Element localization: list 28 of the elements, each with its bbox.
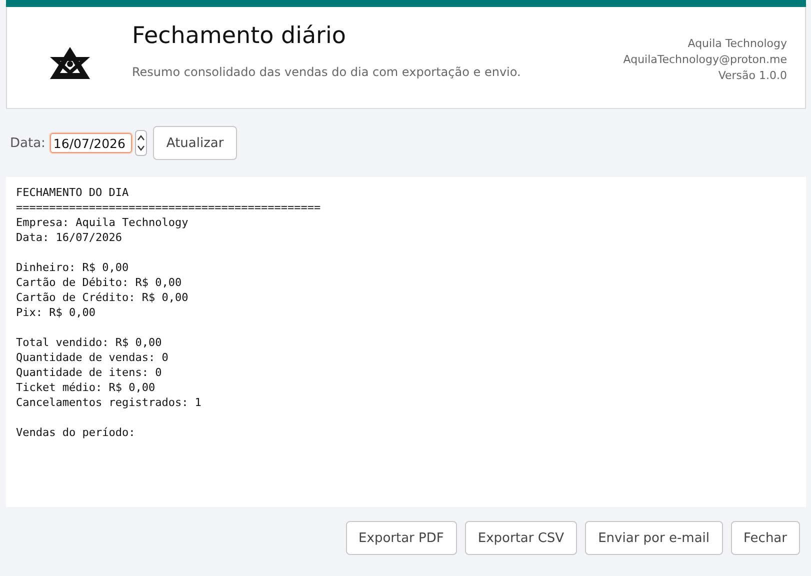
report-line: Empresa: Aquila Technology	[16, 215, 188, 230]
report-line: Cartão de Crédito: R$ 0,00	[16, 290, 188, 305]
action-button[interactable]: Enviar por e-mail	[585, 521, 723, 555]
page-title: Fechamento diário	[132, 23, 347, 49]
action-button[interactable]: Exportar PDF	[346, 521, 457, 555]
report-line: Cartão de Débito: R$ 0,00	[16, 275, 182, 290]
report-line: Ticket médio: R$ 0,00	[16, 380, 156, 395]
report-title: FECHAMENTO DO DIA	[16, 185, 129, 200]
report-line: Pix: R$ 0,00	[16, 305, 96, 320]
report-line: Data: 16/07/2026	[16, 230, 122, 245]
report-line: Dinheiro: R$ 0,00	[16, 260, 129, 275]
spinner-icon[interactable]	[135, 130, 148, 156]
page-subtitle: Resumo consolidado das vendas do dia com exportação e envio.	[132, 65, 522, 79]
report-line: Total vendido: R$ 0,00	[16, 335, 162, 350]
report-line: Quantidade de itens: 0	[16, 365, 162, 380]
version-label: Versão 1.0.0	[718, 68, 787, 84]
report-line: Quantidade de vendas: 0	[16, 350, 168, 365]
report-rule: ==============================================	[16, 200, 321, 215]
logo-icon	[48, 45, 92, 81]
action-button[interactable]: Exportar CSV	[464, 521, 578, 555]
company-email: AquilaTechnology@proton.me	[623, 52, 787, 68]
date-field[interactable]: 16/07/2026	[50, 133, 132, 153]
refresh-button[interactable]: Atualizar	[153, 126, 237, 160]
report-line: Vendas do período:	[16, 425, 136, 440]
report-line: Cancelamentos registrados: 1	[16, 395, 202, 410]
action-button[interactable]: Fechar	[730, 521, 800, 555]
company-name: Aquila Technology	[688, 36, 787, 52]
date-label: Data:	[10, 136, 46, 150]
